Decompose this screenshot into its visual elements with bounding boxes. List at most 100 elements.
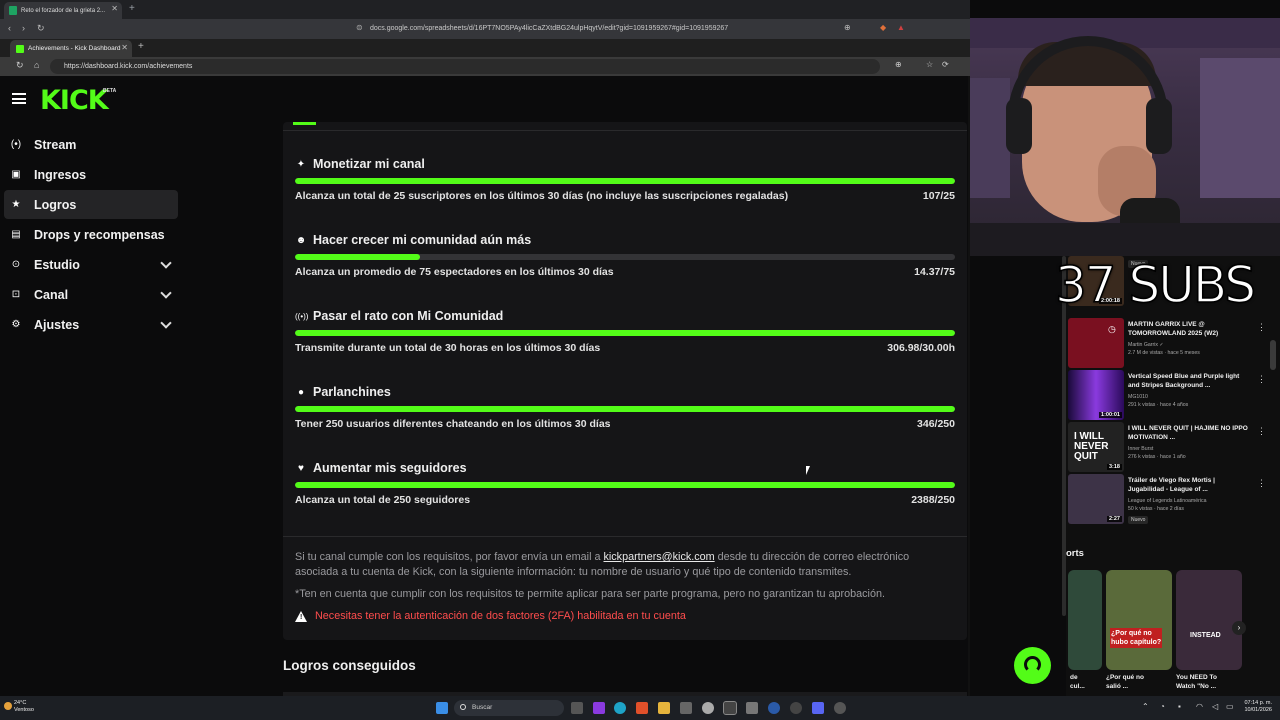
reload-icon[interactable]: ↻ — [16, 60, 24, 71]
list-item[interactable]: 1:00:01 Vertical Speed Blue and Purple l… — [1068, 370, 1278, 420]
settings-icon[interactable] — [746, 702, 758, 714]
brave-icon[interactable] — [636, 702, 648, 714]
inner-url-field[interactable]: https://dashboard.kick.com/achievements — [50, 59, 880, 74]
short-thumbnail[interactable] — [1068, 570, 1102, 670]
app-icon[interactable] — [702, 702, 714, 714]
tray-chevron-icon[interactable]: ⌃ — [1142, 702, 1149, 711]
video-title[interactable]: MARTIN GARRIX LIVE @ TOMORROWLAND 2025 (… — [1128, 320, 1248, 338]
outer-tab-title: Reto el forzador de la grieta 2... — [21, 7, 106, 14]
more-options-icon[interactable]: ⋮ — [1257, 478, 1266, 489]
chevron-down-icon[interactable] — [160, 317, 172, 329]
top-bar: KICK BETA — [0, 76, 970, 122]
video-title[interactable]: Tráiler de Viego Rex Mortis | Jugabilida… — [1128, 476, 1248, 494]
discord-icon[interactable] — [812, 702, 824, 714]
chevron-right-icon[interactable]: › — [1232, 621, 1246, 635]
youtube-recommendations: 2:00:18 Nuevo ◷ MARTIN GARRIX LIVE @ TOM… — [1066, 256, 1280, 696]
video-meta: 50 k vistas · hace 2 días — [1128, 506, 1184, 512]
close-icon[interactable]: ✕ — [111, 4, 118, 13]
sidebar-item-drops[interactable]: ▤ Drops y recompensas — [4, 220, 178, 249]
volume-icon[interactable]: ◁ — [1212, 702, 1218, 711]
reload-icon[interactable]: ↻ — [37, 23, 45, 34]
list-item[interactable]: I WILL NEVER QUIT 3:18 I WILL NEVER QUIT |… — [1068, 422, 1278, 472]
sidebar-item-label: Canal — [34, 287, 69, 302]
outer-tab-sheets[interactable]: Reto el forzador de la grieta 2... ✕ — [4, 2, 122, 19]
video-channel[interactable]: Martin Garrix ✓ — [1128, 342, 1258, 349]
battery-icon[interactable]: ▭ — [1226, 702, 1234, 711]
achievement-description: Transmite durante un total de 30 horas e… — [295, 342, 601, 354]
zoom-icon[interactable]: ⊕ — [895, 60, 902, 69]
support-chat-button[interactable] — [1014, 647, 1051, 684]
app-icon[interactable] — [790, 702, 802, 714]
short-caption[interactable]: ¿Por qué no salió ... — [1106, 673, 1144, 691]
close-icon[interactable]: ✕ — [121, 43, 128, 52]
windows-start-icon[interactable] — [436, 702, 448, 714]
zoom-icon[interactable]: ⊕ — [844, 23, 851, 32]
progress-bar — [295, 406, 955, 412]
weather-widget[interactable]: 24°C Ventoso — [14, 700, 34, 714]
obs-icon[interactable] — [768, 702, 780, 714]
short-thumbnail[interactable]: ¿Por qué no hubo capítulo? — [1106, 570, 1172, 670]
email-link[interactable]: kickpartners@kick.com — [603, 551, 714, 563]
sidebar-item-ingresos[interactable]: ▣ Ingresos — [4, 160, 178, 189]
weather-icon[interactable] — [4, 702, 12, 710]
app-icon[interactable] — [680, 702, 692, 714]
app-icon[interactable] — [723, 701, 737, 715]
inner-tab-kick[interactable]: Achievements - Kick Dashboard ✕ — [10, 40, 132, 57]
sidebar-item-ajustes[interactable]: ⚙ Ajustes — [4, 310, 178, 339]
bookmark-star-icon[interactable]: ☆ — [926, 60, 933, 69]
taskbar-search[interactable]: Buscar — [454, 700, 564, 716]
short-thumbnail[interactable]: INSTEAD — [1176, 570, 1242, 670]
chevron-down-icon[interactable] — [160, 287, 172, 299]
progress-bar — [295, 178, 955, 184]
video-channel[interactable]: League of Legends Latinoamérica — [1128, 498, 1258, 505]
new-tab-icon[interactable]: + — [138, 41, 144, 52]
menu-icon[interactable] — [12, 93, 26, 104]
video-channel[interactable]: Inner Burst — [1128, 446, 1258, 453]
watch-later-icon[interactable]: ◷ — [1108, 324, 1116, 335]
sidebar-item-logros[interactable]: ★ Logros — [4, 190, 178, 219]
video-title[interactable]: Vertical Speed Blue and Purple light and… — [1128, 372, 1248, 390]
brave-shield-icon[interactable]: ◆ — [880, 23, 886, 32]
task-view-icon[interactable] — [571, 702, 583, 714]
video-thumbnail[interactable]: ◷ — [1068, 318, 1124, 368]
app-tray-icon[interactable]: ▪ — [1178, 702, 1181, 711]
short-caption[interactable]: de cul... — [1070, 673, 1085, 691]
video-channel[interactable]: MG1010 — [1128, 394, 1258, 401]
sidebar-item-stream[interactable]: (•) Stream — [4, 130, 178, 159]
more-options-icon[interactable]: ⋮ — [1257, 426, 1266, 437]
achievement-description: Alcanza un total de 250 seguidores — [295, 494, 471, 506]
back-icon[interactable]: ‹ — [8, 23, 11, 33]
app-icon[interactable] — [834, 702, 846, 714]
system-clock[interactable]: 07:14 p. m. 10/01/2026 — [1244, 700, 1272, 714]
video-thumbnail[interactable]: 1:00:01 — [1068, 370, 1124, 420]
app-icon[interactable] — [593, 702, 605, 714]
kick-logo[interactable]: KICK — [40, 85, 109, 116]
more-options-icon[interactable]: ⋮ — [1257, 374, 1266, 385]
community-icon: ☻ — [295, 234, 307, 246]
wifi-icon[interactable]: ◠ — [1196, 702, 1203, 711]
channel-icon: ⊡ — [11, 289, 21, 300]
short-caption[interactable]: You NEED To Watch "No ... — [1176, 673, 1217, 691]
list-item[interactable]: ◷ MARTIN GARRIX LIVE @ TOMORROWLAND 2025… — [1068, 318, 1278, 368]
rewards-icon[interactable]: ▲ — [897, 23, 905, 32]
sidebar-item-estudio[interactable]: ⊙ Estudio — [4, 250, 178, 279]
outer-url-field[interactable]: docs.google.com/spreadsheets/d/16PT7NO5P… — [370, 22, 910, 36]
list-item[interactable]: 2:27 Tráiler de Viego Rex Mortis | Jugab… — [1068, 474, 1278, 524]
folder-icon[interactable] — [658, 702, 670, 714]
video-thumbnail[interactable]: 2:27 — [1068, 474, 1124, 524]
site-info-icon[interactable]: ⊜ — [356, 23, 363, 32]
video-title[interactable]: I WILL NEVER QUIT | HAJIME NO IPPO MOTIV… — [1128, 424, 1248, 442]
new-tab-icon[interactable]: + — [129, 3, 135, 14]
achievement-value: 306.98/30.00h — [887, 342, 955, 354]
video-thumbnail[interactable]: I WILL NEVER QUIT 3:18 — [1068, 422, 1124, 472]
network-icon[interactable]: ◔ — [1160, 702, 1165, 711]
edge-icon[interactable] — [614, 702, 626, 714]
more-options-icon[interactable]: ⋮ — [1257, 322, 1266, 333]
achievement-description: Tener 250 usuarios diferentes chateando … — [295, 418, 611, 430]
extensions-icon[interactable]: ⟳ — [942, 60, 949, 69]
forward-icon[interactable]: › — [22, 23, 25, 33]
home-icon[interactable]: ⌂ — [34, 60, 39, 70]
outer-scrollbar[interactable] — [1270, 340, 1276, 370]
chevron-down-icon[interactable] — [160, 257, 172, 269]
sidebar-item-canal[interactable]: ⊡ Canal — [4, 280, 178, 309]
